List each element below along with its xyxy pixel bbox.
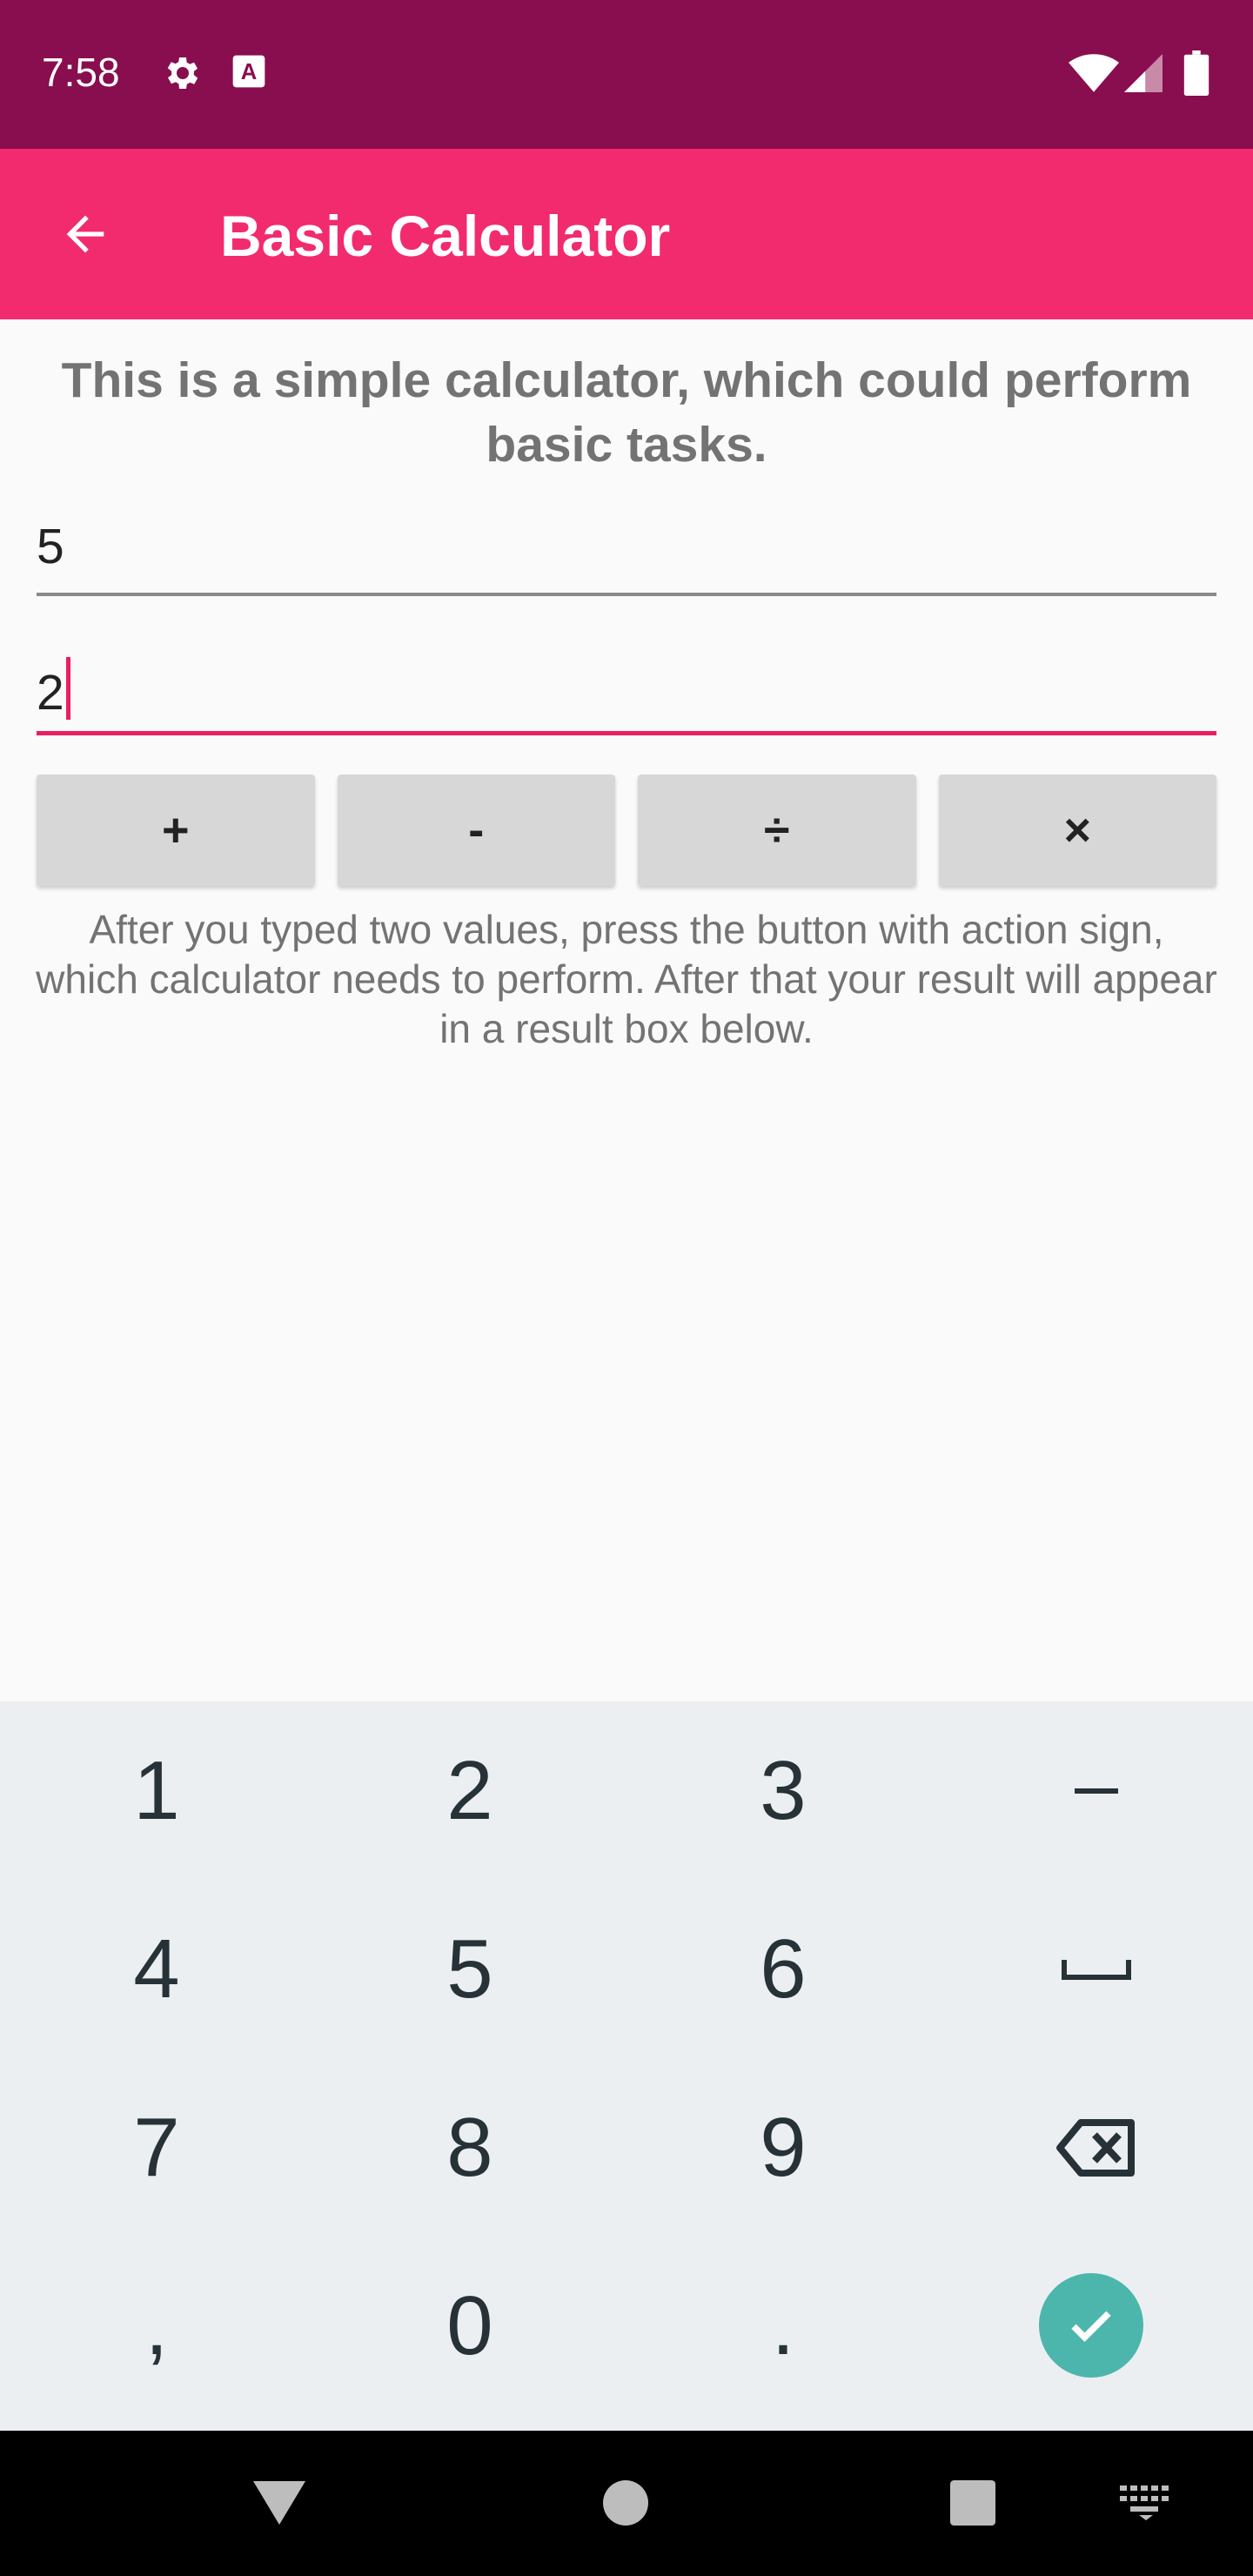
recents-square-icon xyxy=(950,2480,995,2526)
nav-home-button[interactable] xyxy=(595,2472,656,2533)
app-bar: Basic Calculator xyxy=(0,149,1253,319)
key-period[interactable]: . xyxy=(626,2237,940,2415)
first-number-value: 5 xyxy=(37,519,64,574)
key-2[interactable]: 2 xyxy=(313,1701,626,1880)
cell-signal-icon xyxy=(1124,54,1163,97)
key-8[interactable]: 8 xyxy=(313,2058,626,2237)
key-5[interactable]: 5 xyxy=(313,1880,626,2058)
add-button[interactable]: + xyxy=(37,775,315,886)
keyboard-switch-icon xyxy=(1120,2485,1169,2520)
divide-button[interactable]: ÷ xyxy=(638,775,916,886)
wifi-icon xyxy=(1069,54,1119,97)
intro-text: This is a simple calculator, which could… xyxy=(61,352,1192,473)
multiply-button[interactable]: × xyxy=(938,775,1216,886)
battery-icon xyxy=(1183,50,1209,100)
key-9[interactable]: 9 xyxy=(626,2058,940,2237)
second-number-field[interactable]: 2 xyxy=(37,640,1216,735)
key-0[interactable]: 0 xyxy=(313,2237,626,2415)
space-icon xyxy=(1062,1959,1131,1980)
key-1[interactable]: 1 xyxy=(0,1701,313,1880)
field-underline xyxy=(37,731,1216,735)
done-key[interactable] xyxy=(1039,2273,1143,2378)
system-nav-bar xyxy=(0,2431,1253,2576)
keyboard-a-icon: A xyxy=(230,52,268,95)
status-bar: 7:58 A xyxy=(0,0,1253,149)
back-button[interactable] xyxy=(42,192,129,279)
minus-icon xyxy=(1075,1788,1118,1794)
second-number-value: 2 xyxy=(37,665,64,721)
svg-text:A: A xyxy=(241,60,258,84)
subtract-button[interactable]: - xyxy=(337,775,615,886)
instructions-text: After you typed two values, press the bu… xyxy=(36,907,1217,1051)
field-underline xyxy=(37,593,1216,596)
page-title: Basic Calculator xyxy=(220,204,671,268)
key-minus[interactable] xyxy=(940,1701,1253,1880)
backspace-icon xyxy=(1056,2118,1135,2177)
key-backspace[interactable] xyxy=(940,2058,1253,2237)
key-6[interactable]: 6 xyxy=(626,1880,940,2058)
first-number-field[interactable]: 5 xyxy=(37,500,1216,596)
back-triangle-icon xyxy=(253,2481,305,2525)
nav-back-button[interactable] xyxy=(249,2472,310,2533)
key-4[interactable]: 4 xyxy=(0,1880,313,2058)
nav-keyboard-switch-button[interactable] xyxy=(1116,2472,1176,2533)
operation-buttons: + - ÷ × xyxy=(37,775,1216,886)
home-circle-icon xyxy=(603,2480,648,2526)
key-7[interactable]: 7 xyxy=(0,2058,313,2237)
key-comma[interactable]: , xyxy=(0,2237,313,2415)
check-icon xyxy=(1071,2311,1111,2343)
key-space[interactable] xyxy=(940,1880,1253,2058)
text-cursor xyxy=(65,657,70,720)
settings-icon xyxy=(160,52,202,98)
arrow-back-icon xyxy=(57,206,113,266)
status-time: 7:58 xyxy=(42,50,120,95)
nav-recents-button[interactable] xyxy=(942,2472,1003,2533)
key-3[interactable]: 3 xyxy=(626,1701,940,1880)
